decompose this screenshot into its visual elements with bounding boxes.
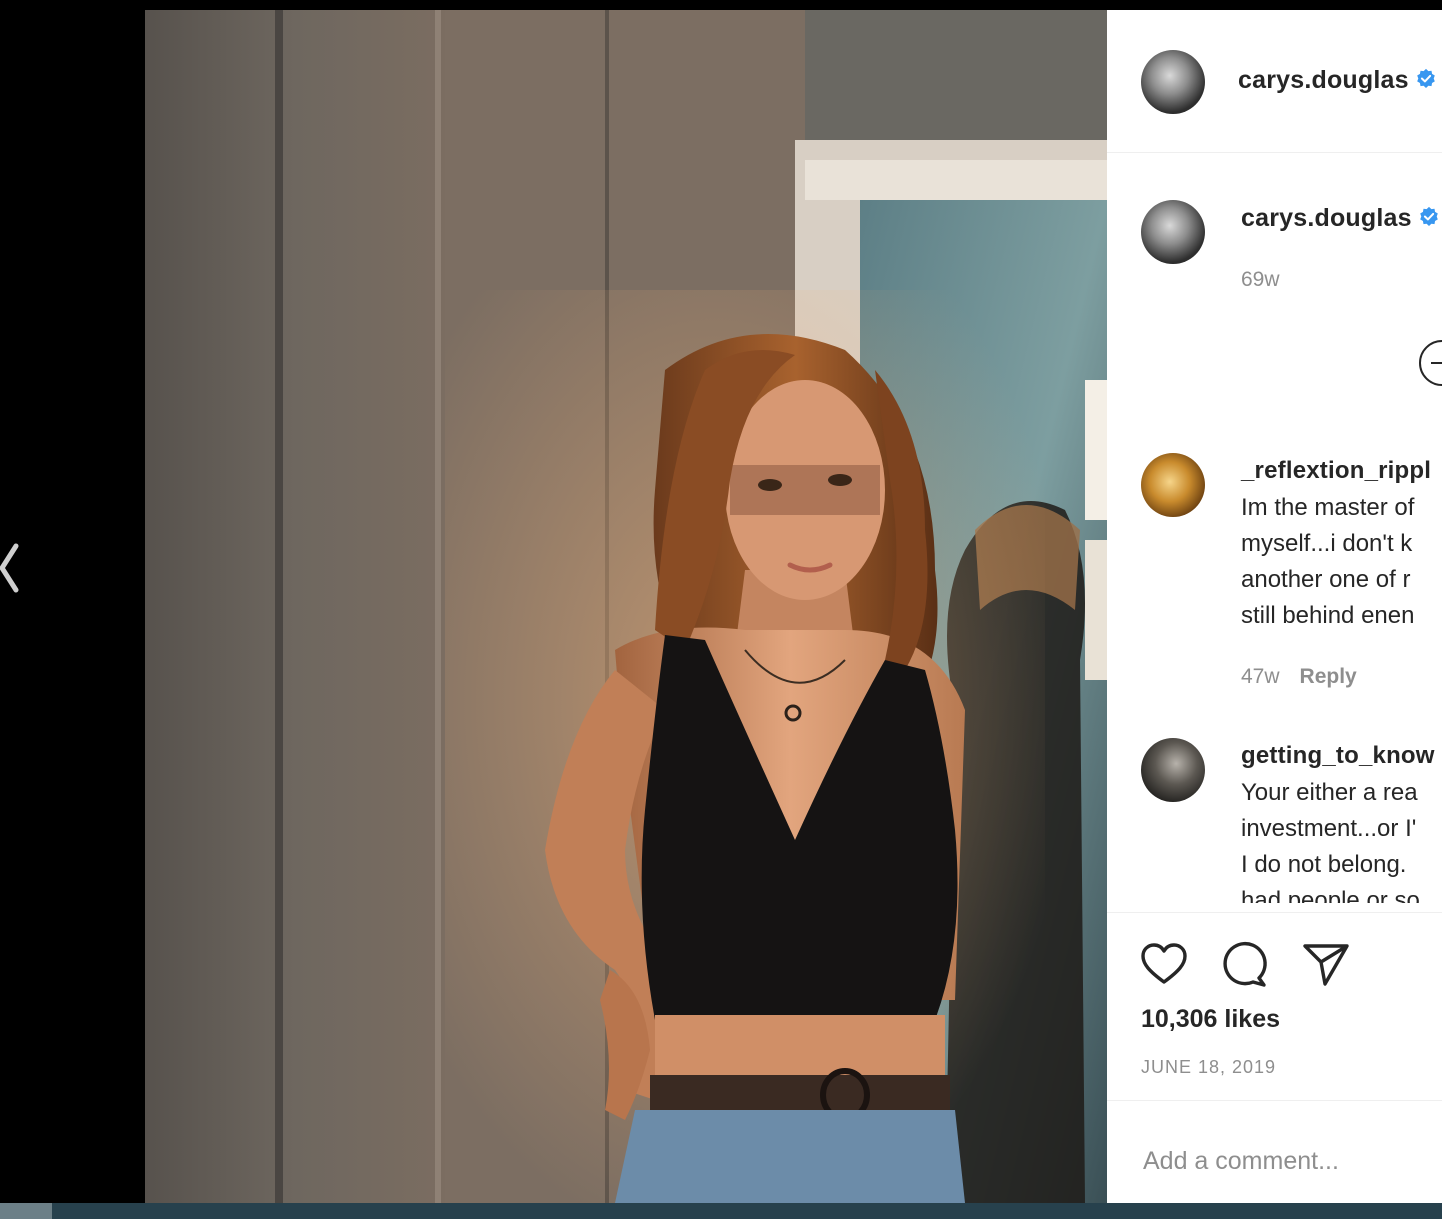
comment-avatar[interactable] bbox=[1141, 453, 1205, 517]
author-avatar[interactable] bbox=[1141, 50, 1205, 114]
caption-author-text[interactable]: carys.douglas bbox=[1241, 204, 1412, 232]
add-comment-input[interactable] bbox=[1141, 1135, 1442, 1187]
post-side-panel: carys.douglas carys.douglas 69w _reflext… bbox=[1107, 10, 1442, 1203]
caption-timestamp[interactable]: 69w bbox=[1241, 268, 1280, 292]
comment-avatar[interactable] bbox=[1141, 738, 1205, 802]
caption-author-username[interactable]: carys.douglas bbox=[1241, 204, 1440, 233]
comment-line: Im the master of bbox=[1241, 494, 1415, 521]
post-image[interactable] bbox=[145, 10, 1107, 1203]
author-username-text[interactable]: carys.douglas bbox=[1238, 66, 1409, 94]
verified-badge-icon bbox=[1416, 68, 1435, 88]
comment-icon[interactable] bbox=[1219, 940, 1269, 990]
comment-username[interactable]: getting_to_know bbox=[1241, 742, 1435, 770]
previous-post-arrow-icon[interactable] bbox=[0, 540, 22, 596]
comment-box-divider bbox=[1107, 1100, 1442, 1101]
bottom-bar bbox=[0, 1203, 1442, 1219]
comment-line: another one of r bbox=[1241, 566, 1411, 593]
likes-count[interactable]: 10,306 likes bbox=[1141, 1005, 1280, 1034]
comment-line: had people or so bbox=[1241, 887, 1420, 903]
comment-timestamp[interactable]: 47w bbox=[1241, 665, 1280, 688]
post-header: carys.douglas bbox=[1107, 10, 1442, 153]
comment-meta: 47w Reply bbox=[1241, 665, 1357, 689]
author-username-header[interactable]: carys.douglas bbox=[1238, 66, 1437, 95]
paper-plane-icon[interactable] bbox=[1301, 940, 1351, 990]
comment-line: myself...i don't k bbox=[1241, 530, 1413, 557]
comment-text: Your either a rea investment...or I' I d… bbox=[1241, 775, 1420, 903]
comment-line: Your either a rea bbox=[1241, 779, 1418, 806]
actions-divider bbox=[1107, 912, 1442, 913]
heart-icon[interactable] bbox=[1139, 940, 1189, 990]
bottom-bar-tab[interactable] bbox=[0, 1203, 52, 1219]
comment-line: I do not belong. bbox=[1241, 851, 1407, 878]
load-more-comments-icon[interactable] bbox=[1419, 340, 1442, 386]
comment-text: Im the master of myself...i don't k anot… bbox=[1241, 490, 1414, 634]
post-photo-drawing bbox=[145, 10, 1107, 1203]
comment-username[interactable]: _reflextion_rippl bbox=[1241, 457, 1431, 485]
comment-line: investment...or I' bbox=[1241, 815, 1417, 842]
caption-author-avatar[interactable] bbox=[1141, 200, 1205, 264]
reply-button[interactable]: Reply bbox=[1300, 665, 1357, 688]
post-date[interactable]: JUNE 18, 2019 bbox=[1141, 1057, 1276, 1078]
comment-line: still behind enen bbox=[1241, 602, 1415, 629]
verified-badge-icon bbox=[1419, 206, 1438, 226]
